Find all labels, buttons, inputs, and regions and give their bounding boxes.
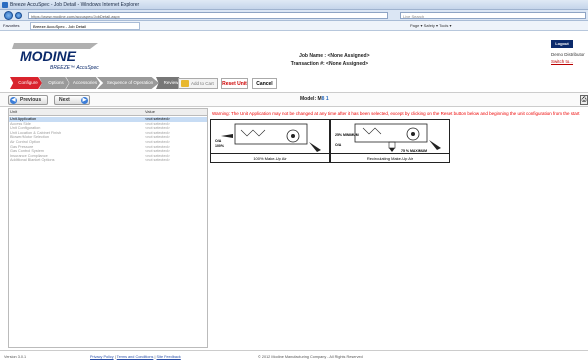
- cart-icon: [181, 80, 189, 87]
- grid-header: Unit Value: [9, 109, 207, 116]
- col-unit-header: Unit: [10, 109, 18, 114]
- job-name-value: : <None Assigned>: [324, 53, 370, 59]
- terms-link[interactable]: Terms and Conditions: [117, 355, 154, 359]
- warning-message: Warning: The Unit Application may not be…: [212, 111, 580, 116]
- grid-row-unit: Additional Blanket Options: [10, 158, 55, 163]
- step-configure[interactable]: Configure: [10, 77, 42, 89]
- logout-button[interactable]: Logout: [551, 40, 573, 48]
- step-accessories[interactable]: Accessories: [66, 77, 100, 89]
- browser-title-bar: Breeze AccuSpec - Job Detail - Windows I…: [0, 0, 588, 10]
- logo-brand: MODINE: [20, 48, 77, 64]
- distributor-info: Demo Distributor Switch to...: [551, 51, 585, 65]
- recirculating-diagram-icon: 25% MINIMUM O/A 75 % MAXIMUM: [335, 123, 441, 153]
- footer-links: Privacy Policy | Terms and Conditions | …: [90, 355, 181, 359]
- print-icon[interactable]: ⎙: [580, 95, 588, 105]
- grid-row-value: <not selected>: [145, 158, 170, 163]
- window-title: Breeze AccuSpec - Job Detail - Windows I…: [10, 2, 140, 8]
- forward-icon[interactable]: [15, 12, 22, 19]
- oa-label: O/A: [215, 139, 222, 143]
- privacy-link[interactable]: Privacy Policy: [90, 355, 114, 359]
- toolbar-menus[interactable]: Page ▾ Safety ▾ Tools ▾: [410, 23, 452, 28]
- job-name-label: Job Name: [299, 53, 323, 59]
- next-label: Next: [59, 97, 70, 103]
- add-to-cart-button[interactable]: Add to Cart: [178, 78, 218, 89]
- feedback-link[interactable]: Site Feedback: [157, 355, 181, 359]
- model-display: Model: M8 1: [300, 96, 329, 102]
- modine-logo: MODINE BREEZE™ AccuSpec: [12, 43, 99, 71]
- previous-label: Previous: [20, 97, 42, 103]
- browser-tab[interactable]: Breeze AccuSpec - Job Detail: [30, 22, 140, 30]
- option-caption: 100% Make-Up Air: [211, 153, 329, 162]
- add-to-cart-label: Add to Cart: [191, 81, 214, 86]
- makeup-air-diagram-icon: O/A 100%: [215, 123, 321, 152]
- url-input[interactable]: https://www.modine.com/accuspec/JobDetai…: [28, 12, 388, 19]
- previous-button[interactable]: ◀ Previous: [8, 95, 48, 105]
- option-caption: Recirculating Make-Up Air: [331, 153, 449, 162]
- model-value: 8 1: [321, 96, 329, 102]
- reset-unit-button[interactable]: Reset Unit: [221, 78, 248, 89]
- oa-label-2: O/A: [335, 143, 342, 147]
- cancel-button[interactable]: Cancel: [252, 78, 277, 89]
- favorites-bar: Favorites Breeze AccuSpec - Job Detail P…: [0, 21, 588, 31]
- transaction-value: : <None Assigned>: [323, 61, 369, 67]
- arrow-left-icon: ◀: [10, 97, 17, 104]
- job-info: Job Name : <None Assigned> Transaction #…: [286, 52, 370, 68]
- model-label: Model: M: [300, 96, 322, 102]
- transaction-label: Transaction #: [290, 61, 323, 67]
- version-text: Version 3.0.1: [4, 355, 27, 359]
- copyright-text: © 2012 Modine Manufacturing Company - Al…: [258, 355, 363, 359]
- favorites-button[interactable]: Favorites: [3, 23, 19, 28]
- distributor-name: Demo Distributor: [551, 52, 585, 57]
- option-card-recirculating[interactable]: 25% MINIMUM O/A 75 % MAXIMUM Recirculati…: [330, 119, 450, 163]
- search-input[interactable]: Live Search: [400, 12, 586, 19]
- next-button[interactable]: Next ▶: [54, 95, 90, 105]
- oa-pct: 100%: [215, 144, 225, 148]
- back-icon[interactable]: [4, 11, 13, 20]
- option-card-100-makeup[interactable]: O/A 100% 100% Make-Up Air: [210, 119, 330, 163]
- arrow-right-icon: ▶: [81, 97, 88, 104]
- logo-product: BREEZE™ AccuSpec: [50, 65, 99, 71]
- step-options[interactable]: Options: [39, 77, 69, 89]
- col-value-header: Value: [145, 109, 155, 114]
- min-label: 25% MINIMUM: [335, 133, 359, 137]
- step-sequence[interactable]: Sequence of Operation: [97, 77, 159, 89]
- grid-row[interactable]: Additional Blanket Options <not selected>: [9, 158, 207, 163]
- ie-logo-icon: [2, 2, 8, 8]
- unit-options-grid: Unit Value Unit Application <not selected…: [8, 108, 208, 348]
- switch-to-link[interactable]: Switch to...: [551, 58, 585, 65]
